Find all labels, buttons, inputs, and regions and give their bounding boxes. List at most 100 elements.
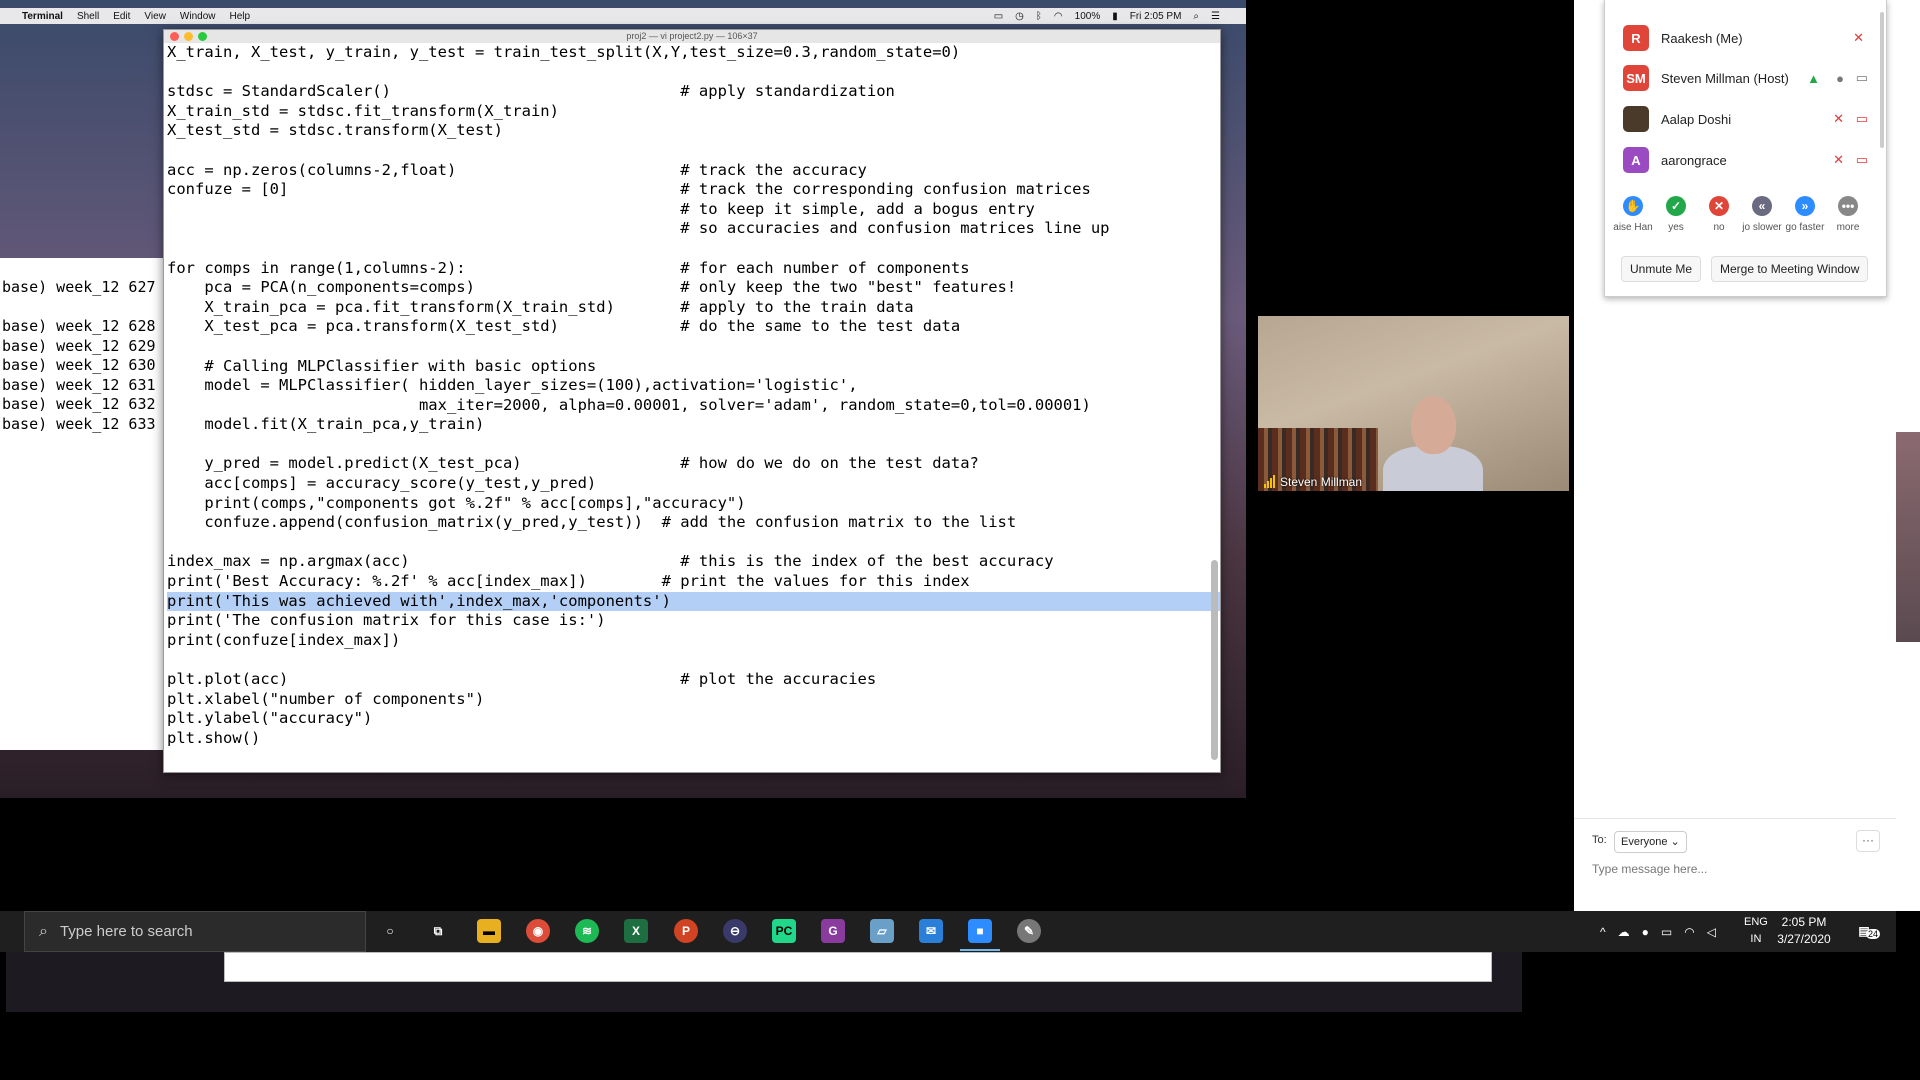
unmute-me-button[interactable]: Unmute Me: [1621, 256, 1702, 282]
terminal-scrollbar[interactable]: [1211, 50, 1218, 760]
code-line: stdsc = StandardScaler() # apply standar…: [167, 82, 895, 101]
chat-recipient-dropdown[interactable]: Everyone ⌄: [1614, 831, 1687, 853]
menu-help[interactable]: Help: [230, 11, 251, 22]
reaction-more[interactable]: ••• more: [1824, 196, 1872, 233]
paint-icon[interactable]: ✎: [1017, 919, 1041, 943]
code-line: for comps in range(1,columns-2): # for e…: [167, 258, 970, 277]
menu-window[interactable]: Window: [180, 11, 216, 22]
notification-center-icon[interactable]: ☰: [1211, 11, 1220, 22]
reaction-aise-Han[interactable]: ✋ aise Han: [1609, 196, 1657, 233]
code-line: # to keep it simple, add a bogus entry: [167, 199, 1035, 218]
microphone-icon[interactable]: ●: [1642, 925, 1649, 939]
bg-terminal-line: base) week_12 632: [2, 395, 156, 413]
code-line: print(comps,"components got %.2f" % acc[…: [167, 493, 746, 512]
spotlight-icon[interactable]: ⌕: [1193, 11, 1199, 22]
participants-scrollbar[interactable]: [1880, 12, 1884, 148]
time-machine-icon[interactable]: ◷: [1015, 11, 1024, 22]
reaction-label: aise Han: [1613, 222, 1653, 233]
code-line: confuze.append(confusion_matrix(y_pred,y…: [167, 513, 1017, 532]
battery-icon[interactable]: ▮: [1112, 11, 1118, 22]
terminal-title: proj2 — vi project2.py — 106×37: [626, 31, 758, 41]
bg-terminal-line: base) week_12 627: [2, 278, 156, 296]
code-line: model = MLPClassifier( hidden_layer_size…: [167, 376, 858, 395]
merge-to-meeting-window-button[interactable]: Merge to Meeting Window: [1711, 256, 1869, 282]
region-code: IN: [1750, 933, 1762, 945]
mail-icon[interactable]: ✉: [919, 919, 943, 943]
spotify-icon[interactable]: ≋: [575, 919, 599, 943]
code-line: X_train_pca = pca.fit_transform(X_train_…: [167, 297, 914, 316]
airplay-icon[interactable]: ▭: [994, 11, 1003, 22]
chat-more-button[interactable]: ···: [1856, 830, 1880, 852]
mac-clock[interactable]: Fri 2:05 PM: [1130, 11, 1182, 22]
code-editor[interactable]: X_train, X_test, y_train, y_test = train…: [164, 43, 1220, 748]
onedrive-icon[interactable]: ☁: [1618, 925, 1630, 939]
reaction-label: no: [1713, 222, 1725, 233]
reaction-go-faster[interactable]: » go faster: [1781, 196, 1829, 233]
code-line: index_max = np.argmax(acc) # this is the…: [167, 552, 1054, 571]
bluetooth-icon[interactable]: ᛒ: [1036, 11, 1042, 22]
menu-view[interactable]: View: [144, 11, 166, 22]
cortana-icon[interactable]: ○: [378, 919, 402, 943]
wifi-icon[interactable]: ◠: [1054, 11, 1063, 22]
powerpoint-icon[interactable]: P: [674, 919, 698, 943]
menu-terminal[interactable]: Terminal: [22, 11, 63, 22]
reaction-no[interactable]: ✕ no: [1695, 196, 1743, 233]
notes-icon[interactable]: ▱: [870, 919, 894, 943]
zoom-icon[interactable]: ■: [960, 919, 1000, 951]
minimize-window-button[interactable]: [184, 32, 193, 41]
taskbar-time: 2:05 PM: [1781, 915, 1827, 929]
vi-terminal-window[interactable]: proj2 — vi project2.py — 106×37 X_train,…: [163, 29, 1221, 773]
menu-shell[interactable]: Shell: [77, 11, 99, 22]
menu-edit[interactable]: Edit: [113, 11, 130, 22]
fast-forward-icon: »: [1795, 196, 1815, 216]
raise-hand-icon: ✋: [1623, 196, 1643, 216]
code-line: print('The confusion matrix for this cas…: [167, 611, 606, 630]
participant-name: aarongrace: [1661, 152, 1727, 168]
participant-row[interactable]: R Raakesh (Me) ✕: [1623, 23, 1878, 53]
chat-recipient-value: Everyone: [1621, 836, 1668, 848]
app-icon[interactable]: ⊖: [723, 919, 747, 943]
excel-icon[interactable]: X: [624, 919, 648, 943]
taskbar-clock[interactable]: 2:05 PM 3/27/2020: [1772, 914, 1836, 948]
scrollbar-thumb[interactable]: [1211, 560, 1218, 760]
code-line: plt.ylabel("accuracy"): [167, 709, 373, 728]
participant-row[interactable]: Aalap Doshi ✕ ▭: [1623, 104, 1878, 134]
participant-row[interactable]: SM Steven Millman (Host) ▲ ● ▭: [1623, 63, 1878, 93]
close-window-button[interactable]: [170, 32, 179, 41]
taskbar-date: 3/27/2020: [1777, 932, 1831, 946]
chat-message-input[interactable]: Type message here...: [1592, 862, 1707, 876]
system-tray: ^ ☁ ● ▭ ◠ ◁: [1600, 911, 1716, 952]
avatar: R: [1623, 25, 1649, 51]
chevron-up-icon[interactable]: ^: [1600, 925, 1606, 939]
app-g-icon[interactable]: G: [821, 919, 845, 943]
volume-icon[interactable]: ◁: [1707, 925, 1716, 939]
mic-icon: ●: [1836, 70, 1844, 86]
code-line: acc = np.zeros(columns-2,float) # track …: [167, 160, 867, 179]
code-line: confuze = [0] # track the corresponding …: [167, 180, 1091, 199]
wifi-icon[interactable]: ◠: [1684, 925, 1694, 939]
reaction-yes[interactable]: ✓ yes: [1652, 196, 1700, 233]
pycharm-icon[interactable]: PC: [772, 919, 796, 943]
taskbar-search-box[interactable]: ⌕ Type here to search: [24, 911, 366, 952]
bg-terminal-line: base) week_12 629: [2, 336, 156, 355]
bg-terminal-line: base) week_12 633: [2, 414, 156, 433]
participant-name: Aalap Doshi: [1661, 111, 1732, 127]
zoom-window-button[interactable]: [198, 32, 207, 41]
task-view-icon[interactable]: ⧉: [426, 919, 450, 943]
file-explorer-icon[interactable]: ▬: [477, 919, 501, 943]
code-line: X_test_std = stdsc.transform(X_test): [167, 121, 503, 140]
reaction-jo-slower[interactable]: « jo slower: [1738, 196, 1786, 233]
language-indicator[interactable]: ENG IN: [1744, 914, 1768, 948]
video-tile[interactable]: Steven Millman: [1258, 316, 1569, 491]
chat-to-label: To:: [1592, 834, 1607, 846]
chrome-icon[interactable]: ◉: [526, 919, 550, 943]
windows-taskbar: ⌕ Type here to search ○ ⧉ ▬ ◉ ≋ X P ⊖ PC…: [0, 911, 1896, 952]
code-line: # Calling MLPClassifier with basic optio…: [167, 356, 597, 375]
battery-icon[interactable]: ▭: [1661, 925, 1672, 939]
right-edge-desktop: [1896, 432, 1920, 642]
terminal-titlebar: proj2 — vi project2.py — 106×37: [164, 30, 1220, 43]
participant-row[interactable]: A aarongrace ✕ ▭: [1623, 145, 1878, 175]
taskbar-search-placeholder: Type here to search: [59, 923, 193, 940]
